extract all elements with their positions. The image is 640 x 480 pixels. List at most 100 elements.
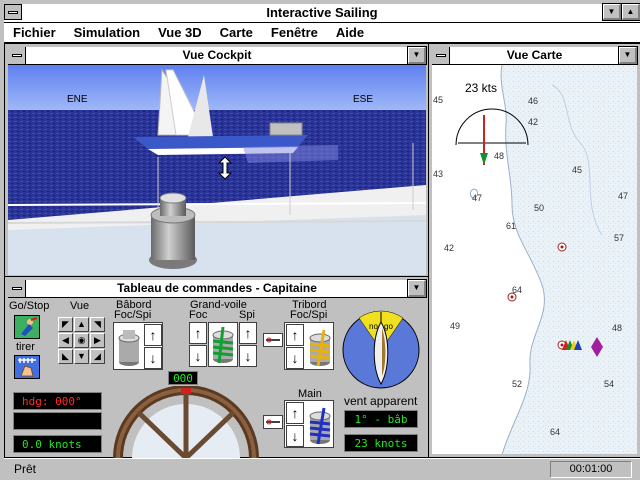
main-down-button[interactable]: ↓ — [286, 425, 304, 447]
view-right-button[interactable]: ▶ — [90, 333, 105, 348]
winch-blue-rope-icon — [309, 407, 331, 445]
view-center-button[interactable]: ◉ — [74, 333, 89, 348]
babord-up-button[interactable]: ↑ — [144, 324, 162, 346]
depth-label: 45 — [433, 95, 444, 105]
babord-sub-label: Foc/Spi — [114, 309, 152, 321]
apparent-wind-gauge: no go — [341, 310, 421, 390]
depth-label: 52 — [512, 379, 523, 389]
view-down-button[interactable]: ▼ — [74, 349, 89, 364]
wind-gauge-dial — [342, 310, 420, 389]
arrow-down-icon: ↓ — [291, 350, 299, 366]
menu-carte[interactable]: Carte — [211, 23, 262, 42]
tribord-up-button[interactable]: ↑ — [286, 324, 304, 346]
gv-foc-up-button[interactable]: ↑ — [189, 322, 207, 344]
heading-label-right: ESE — [353, 94, 374, 105]
depth-label: 46 — [528, 96, 539, 106]
tribord-sub-label: Foc/Spi — [290, 309, 328, 321]
control-panel-window: Tableau de commandes - Capitaine ▼ Go/St… — [4, 276, 430, 458]
depth-label: 64 — [550, 427, 561, 437]
main-control: ↑ ↓ — [284, 400, 334, 448]
app-title: Interactive Sailing — [266, 5, 378, 20]
arrow-down-icon: ▼ — [77, 351, 86, 361]
arrow-up-right-icon: ◥ — [94, 319, 101, 329]
cockpit-window: Vue Cockpit ▼ ENE ESE — [4, 43, 430, 277]
view-down-right-button[interactable]: ◢ — [90, 349, 105, 364]
arrow-up-left-icon: ◤ — [62, 319, 69, 329]
depth-label: 57 — [614, 233, 625, 243]
steering-wheel[interactable] — [110, 386, 262, 458]
rope-icon — [266, 337, 280, 343]
gv-spi-label: Spi — [239, 309, 255, 321]
status-bar: Prêt 00:01:00 — [4, 458, 640, 480]
view-down-left-button[interactable]: ◣ — [58, 349, 73, 364]
depth-label: 45 — [572, 165, 583, 175]
arrow-up-icon: ↑ — [194, 325, 202, 341]
vue-label: Vue — [70, 300, 90, 312]
panel-maximize-button[interactable]: ▼ — [407, 279, 427, 298]
winch-green-rope-icon — [212, 326, 234, 364]
app-window: Interactive Sailing ▼ ▲ Fichier Simulati… — [0, 0, 640, 480]
depth-label: 47 — [472, 193, 483, 203]
depth-label: 43 — [433, 169, 444, 179]
gv-spi-up-button[interactable]: ↑ — [239, 322, 257, 344]
minimize-button[interactable]: ▼ — [602, 3, 622, 21]
wind-speed-display: 23 knots — [344, 434, 418, 452]
depth-label: 49 — [450, 321, 461, 331]
arrow-down-right-icon: ◢ — [94, 351, 101, 361]
view-up-left-button[interactable]: ◤ — [58, 317, 73, 332]
eye-icon: ◉ — [77, 335, 86, 345]
app-titlebar: Interactive Sailing ▼ ▲ — [4, 3, 640, 23]
tribord-control: ↑ ↓ — [284, 322, 334, 370]
maximize-button[interactable]: ▲ — [621, 3, 640, 21]
view-up-button[interactable]: ▲ — [74, 317, 89, 332]
wind-go-label: go — [384, 322, 393, 331]
view-up-right-button[interactable]: ◥ — [90, 317, 105, 332]
heading-label-left: ENE — [67, 94, 88, 105]
menu-vue-3d[interactable]: Vue 3D — [149, 23, 211, 42]
go-stop-button[interactable] — [14, 315, 40, 339]
menu-aide[interactable]: Aide — [327, 23, 373, 42]
minimize-icon: ▼ — [607, 6, 616, 16]
depth-label: 48 — [494, 151, 505, 161]
tirer-label: tirer — [16, 341, 35, 353]
main-label: Main — [298, 388, 322, 400]
arrow-down-icon: ↓ — [291, 428, 299, 444]
menu-fichier[interactable]: Fichier — [4, 23, 65, 42]
tribord-down-button[interactable]: ↓ — [286, 347, 304, 369]
tirer-button[interactable] — [14, 355, 40, 379]
grand-voile-winch — [208, 322, 238, 367]
chart-system-menu[interactable] — [432, 47, 450, 64]
maximize-icon: ▲ — [626, 6, 635, 16]
tribord-line-toggle[interactable] — [263, 333, 283, 347]
gv-spi-down-button[interactable]: ↓ — [239, 345, 257, 367]
chart-map[interactable]: 23 kts 45 46 42 48 45 43 47 47 50 61 42 … — [432, 65, 637, 454]
speed-display: 0.0 knots — [13, 435, 102, 453]
wind-no-label: no — [369, 322, 378, 331]
babord-down-button[interactable]: ↓ — [144, 347, 162, 369]
main-line-toggle[interactable] — [263, 415, 283, 429]
cockpit-3d-view[interactable]: ENE ESE — [8, 65, 428, 275]
cockpit-system-menu[interactable] — [8, 47, 26, 64]
chevron-down-icon: ▼ — [412, 50, 421, 59]
arrow-down-icon: ↓ — [194, 348, 202, 364]
chart-maximize-button[interactable]: ▼ — [618, 46, 638, 65]
main-up-button[interactable]: ↑ — [286, 402, 304, 424]
depth-label: 48 — [612, 323, 623, 333]
go-stop-label: Go/Stop — [9, 300, 50, 312]
depth-label: 64 — [512, 285, 523, 295]
chart-title: Vue Carte — [506, 48, 563, 62]
arrow-left-icon: ◀ — [62, 335, 69, 345]
view-left-button[interactable]: ◀ — [58, 333, 73, 348]
control-panel-body: Go/Stop tirer Vue ◤ ▲ ◥ ◀ ◉ ▶ ◣ ▼ ◢ Bâbo… — [8, 298, 426, 458]
menu-simulation[interactable]: Simulation — [65, 23, 149, 42]
menu-fenetre[interactable]: Fenêtre — [262, 23, 327, 42]
depth-label: 42 — [444, 243, 455, 253]
cockpit-maximize-button[interactable]: ▼ — [407, 46, 427, 65]
arrow-up-icon: ↑ — [244, 325, 252, 341]
rudder-display: 000 — [168, 371, 198, 385]
depth-label: 54 — [604, 379, 615, 389]
gv-foc-down-button[interactable]: ↓ — [189, 345, 207, 367]
arrow-up-icon: ↑ — [291, 327, 299, 343]
panel-title: Tableau de commandes - Capitaine — [117, 281, 317, 295]
panel-system-menu[interactable] — [8, 280, 26, 297]
